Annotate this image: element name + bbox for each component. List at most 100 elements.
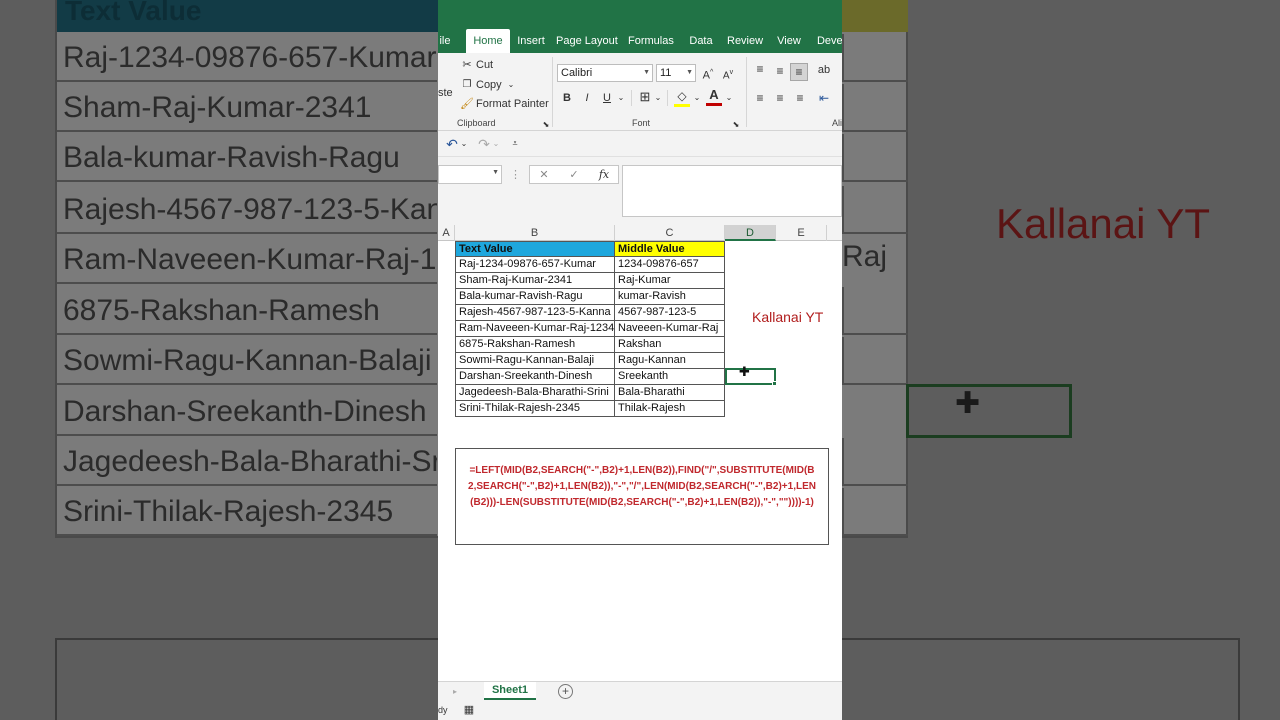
status-bar: dy ▦ [438, 702, 842, 720]
borders-icon[interactable]: ⊞ [637, 89, 653, 105]
cancel-icon[interactable]: ✕ [536, 167, 552, 183]
undo-icon[interactable]: ↶ [444, 136, 460, 152]
tab-file[interactable]: ile [438, 29, 452, 53]
column-header-e[interactable]: E [776, 225, 827, 241]
table-cell-middle[interactable]: Rakshan [615, 337, 725, 353]
tab-home[interactable]: Home [466, 29, 510, 53]
formula-text: =LEFT(MID(B2,SEARCH("-",B2)+1,LEN(B2)),F… [468, 465, 816, 508]
fill-color-icon[interactable]: ◇ [674, 88, 690, 107]
table-cell-middle[interactable]: Sreekanth [615, 369, 725, 385]
bg-header-yellow [842, 0, 908, 32]
sheet-tab-bar: ▸ Sheet1 + [438, 681, 842, 702]
tab-page-layout[interactable]: Page Layout [556, 29, 618, 53]
font-size-select[interactable]: 11 ▼ [656, 64, 696, 82]
table-cell-middle[interactable]: kumar-Ravish [615, 289, 725, 305]
fill-color-dropdown-icon[interactable]: ⌄ [692, 90, 702, 106]
table-cell-middle[interactable]: Thilak-Rajesh [615, 401, 725, 417]
redo-dropdown-icon[interactable]: ⌄ [492, 136, 500, 152]
formula-input[interactable] [622, 165, 842, 217]
formula-buttons: ✕ ✓ fx [529, 165, 619, 184]
fill-handle[interactable] [772, 381, 777, 386]
active-cell-d9[interactable] [725, 368, 777, 386]
column-header-b[interactable]: B [455, 225, 615, 241]
ribbon-separator [552, 57, 553, 127]
copy-icon: ❐ [462, 79, 472, 90]
table-cell-text[interactable]: Jagedeesh-Bala-Bharathi-Srini [455, 385, 615, 401]
borders-dropdown-icon[interactable]: ⌄ [653, 90, 663, 106]
name-box[interactable]: ▼ [438, 165, 502, 184]
table-cell-text[interactable]: Rajesh-4567-987-123-5-Kanna [455, 305, 615, 321]
ribbon-separator [631, 90, 632, 106]
scroll-tabs-icon[interactable]: ▸ [450, 684, 460, 700]
underline-dropdown-icon[interactable]: ⌄ [616, 90, 626, 106]
customize-qat-icon[interactable]: ⩡ [510, 135, 520, 151]
tab-data[interactable]: Data [685, 29, 717, 53]
tab-review[interactable]: Review [727, 29, 763, 53]
align-top-icon[interactable]: ≡ [752, 61, 768, 77]
tab-developer[interactable]: Devel [815, 29, 842, 53]
column-header-a[interactable]: A [438, 225, 455, 241]
format-painter-icon: 🖌 [460, 98, 474, 110]
insert-function-icon[interactable]: fx [596, 167, 612, 183]
table-cell-middle[interactable]: Bala-Bharathi [615, 385, 725, 401]
align-middle-icon[interactable]: ≡ [772, 63, 788, 79]
worksheet-grid[interactable]: Text Value Middle Value Raj-1234-09876-6… [438, 241, 842, 681]
font-color-icon[interactable]: A [706, 87, 722, 106]
shrink-font-button[interactable]: Av [720, 65, 736, 84]
column-header-c[interactable]: C [615, 225, 725, 241]
paste-button-label[interactable]: ste [438, 87, 453, 99]
status-text: dy [438, 705, 448, 715]
table-cell-middle[interactable]: 1234-09876-657 [615, 257, 725, 273]
header-cell-middle-value[interactable]: Middle Value [615, 241, 725, 257]
font-group-label: Font [632, 118, 651, 128]
cut-button[interactable]: Cut [476, 59, 493, 71]
align-bottom-icon[interactable]: ≡ [790, 63, 808, 81]
underline-button[interactable]: U [600, 90, 614, 106]
enter-icon[interactable]: ✓ [566, 167, 582, 183]
tab-view[interactable]: View [774, 29, 804, 53]
tab-formulas[interactable]: Formulas [628, 29, 674, 53]
copy-button[interactable]: Copy [476, 79, 502, 91]
table-cell-middle[interactable]: 4567-987-123-5 [615, 305, 725, 321]
bg-cursor-icon: ✚ [955, 386, 981, 421]
bg-right-cell [842, 186, 908, 234]
redo-icon[interactable]: ↷ [476, 136, 492, 152]
font-color-dropdown-icon[interactable]: ⌄ [724, 90, 734, 106]
ribbon-separator [746, 57, 747, 127]
align-center-icon[interactable]: ≡ [772, 90, 788, 106]
table-cell-text[interactable]: Srini-Thilak-Rajesh-2345 [455, 401, 615, 417]
orientation-icon[interactable]: ab [816, 62, 832, 78]
alignment-group-label: Ali [832, 118, 842, 128]
italic-button[interactable]: I [580, 90, 594, 106]
sheet-tab-sheet1[interactable]: Sheet1 [484, 682, 536, 700]
bold-button[interactable]: B [560, 90, 574, 106]
bg-right-fragment: Raj [842, 240, 888, 273]
font-name-select[interactable]: Calibri ▼ [557, 64, 653, 82]
table-cell-text[interactable]: Ram-Naveeen-Kumar-Raj-1234 [455, 321, 615, 337]
grow-font-button[interactable]: A^ [700, 65, 716, 84]
bg-right-cell [842, 84, 908, 132]
table-cell-middle[interactable]: Ragu-Kannan [615, 353, 725, 369]
add-sheet-icon[interactable]: + [558, 684, 573, 699]
tab-insert[interactable]: Insert [516, 29, 546, 53]
table-cell-text[interactable]: Sham-Raj-Kumar-2341 [455, 273, 615, 289]
table-cell-text[interactable]: 6875-Rakshan-Ramesh [455, 337, 615, 353]
bg-right-cell [842, 134, 908, 182]
table-cell-text[interactable]: Bala-kumar-Ravish-Ragu [455, 289, 615, 305]
format-painter-button[interactable]: Format Painter [476, 98, 549, 110]
bg-row: Darshan-Sreekanth-Dinesh [57, 388, 437, 436]
macro-record-icon[interactable]: ▦ [462, 702, 476, 718]
table-cell-text[interactable]: Raj-1234-09876-657-Kumar [455, 257, 615, 273]
formula-text-box[interactable]: =LEFT(MID(B2,SEARCH("-",B2)+1,LEN(B2)),F… [455, 448, 829, 545]
table-cell-middle[interactable]: Naveeen-Kumar-Raj [615, 321, 725, 337]
undo-dropdown-icon[interactable]: ⌄ [460, 136, 468, 152]
table-cell-middle[interactable]: Raj-Kumar [615, 273, 725, 289]
table-cell-text[interactable]: Darshan-Sreekanth-Dinesh [455, 369, 615, 385]
table-cell-text[interactable]: Sowmi-Ragu-Kannan-Balaji [455, 353, 615, 369]
align-right-icon[interactable]: ≡ [792, 90, 808, 106]
align-left-icon[interactable]: ≡ [752, 90, 768, 106]
copy-dropdown-icon[interactable]: ⌄ [506, 77, 516, 93]
header-cell-text-value[interactable]: Text Value [455, 241, 615, 257]
column-header-d[interactable]: D [725, 225, 776, 241]
decrease-indent-icon[interactable]: ⇤ [816, 90, 832, 106]
